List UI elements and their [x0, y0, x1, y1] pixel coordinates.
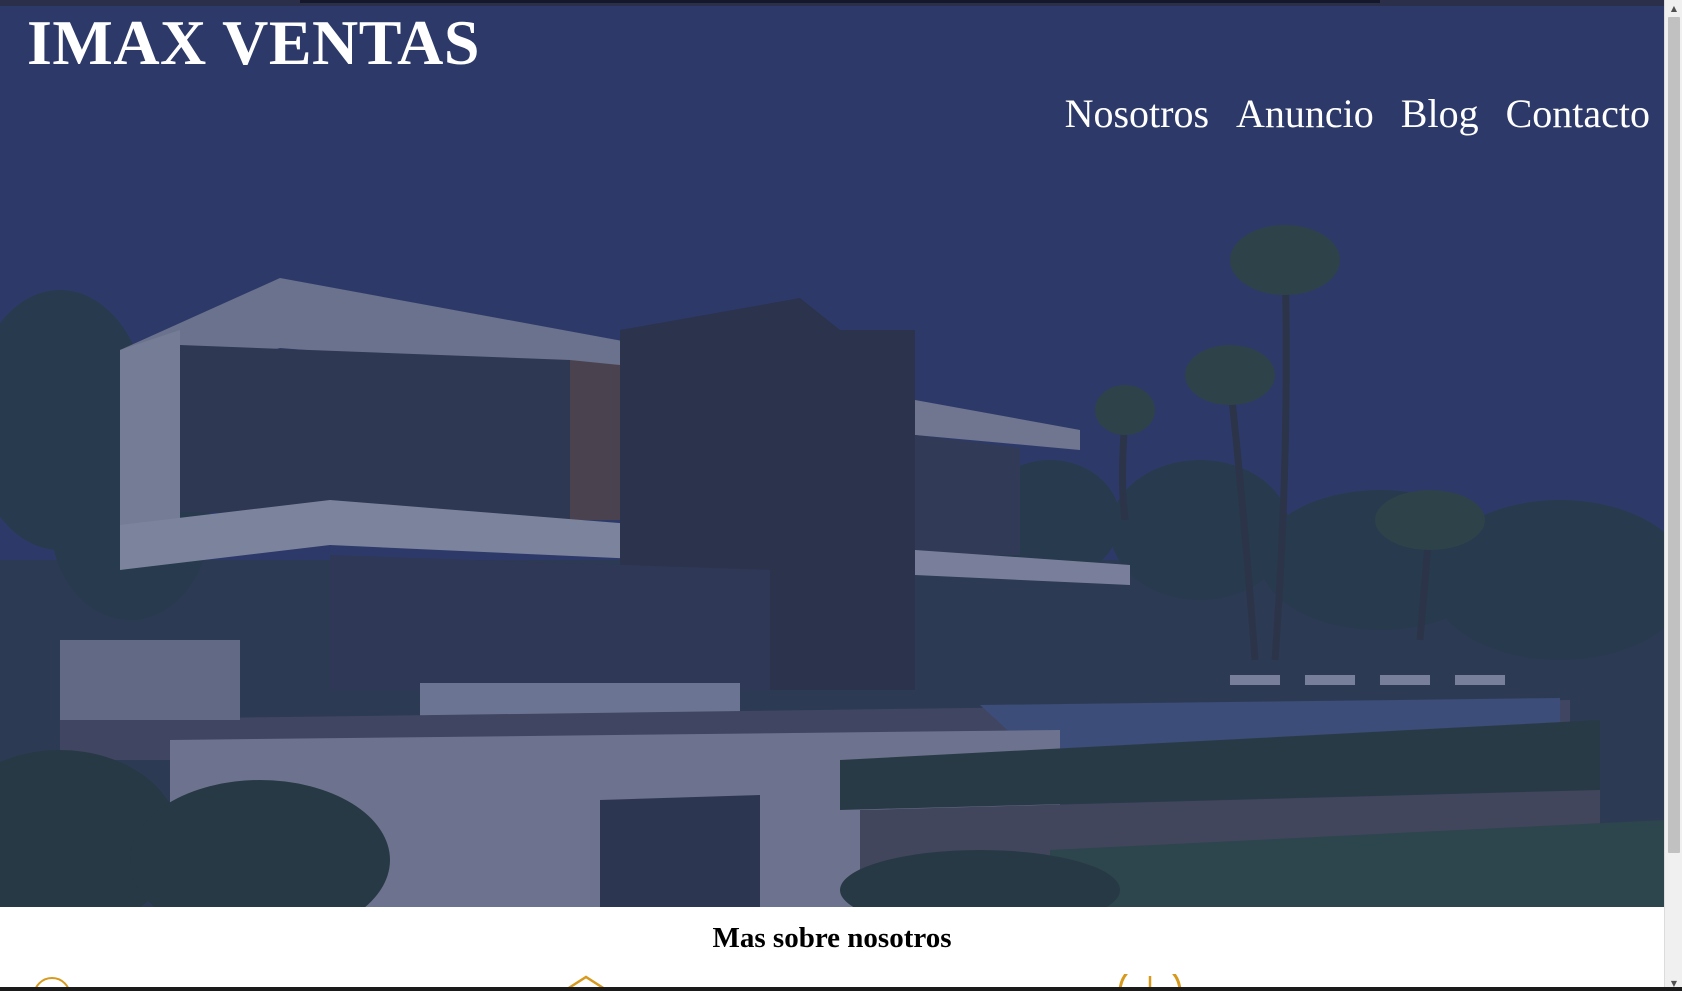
nav-link-blog[interactable]: Blog [1401, 90, 1479, 137]
about-section-title: Mas sobre nosotros [712, 922, 952, 954]
top-strip [0, 0, 1664, 6]
site-logo[interactable]: IMAX VENTAS [27, 6, 480, 80]
scroll-up-arrow-icon[interactable]: ▲ [1665, 0, 1682, 16]
main-nav: Nosotros Anuncio Blog Contacto [1038, 90, 1650, 137]
top-strip-bar [300, 0, 1380, 3]
vertical-scrollbar[interactable]: ▲ ▼ [1664, 0, 1682, 991]
nav-link-contacto[interactable]: Contacto [1506, 90, 1650, 137]
window-bottom-edge [0, 987, 1682, 991]
page-viewport: IMAX VENTAS Nosotros Anuncio Blog Contac… [0, 0, 1664, 991]
scrollbar-thumb[interactable] [1668, 17, 1680, 853]
nav-link-anuncio[interactable]: Anuncio [1236, 90, 1374, 137]
nav-link-nosotros[interactable]: Nosotros [1065, 90, 1209, 137]
hero-section: IMAX VENTAS Nosotros Anuncio Blog Contac… [0, 0, 1664, 907]
